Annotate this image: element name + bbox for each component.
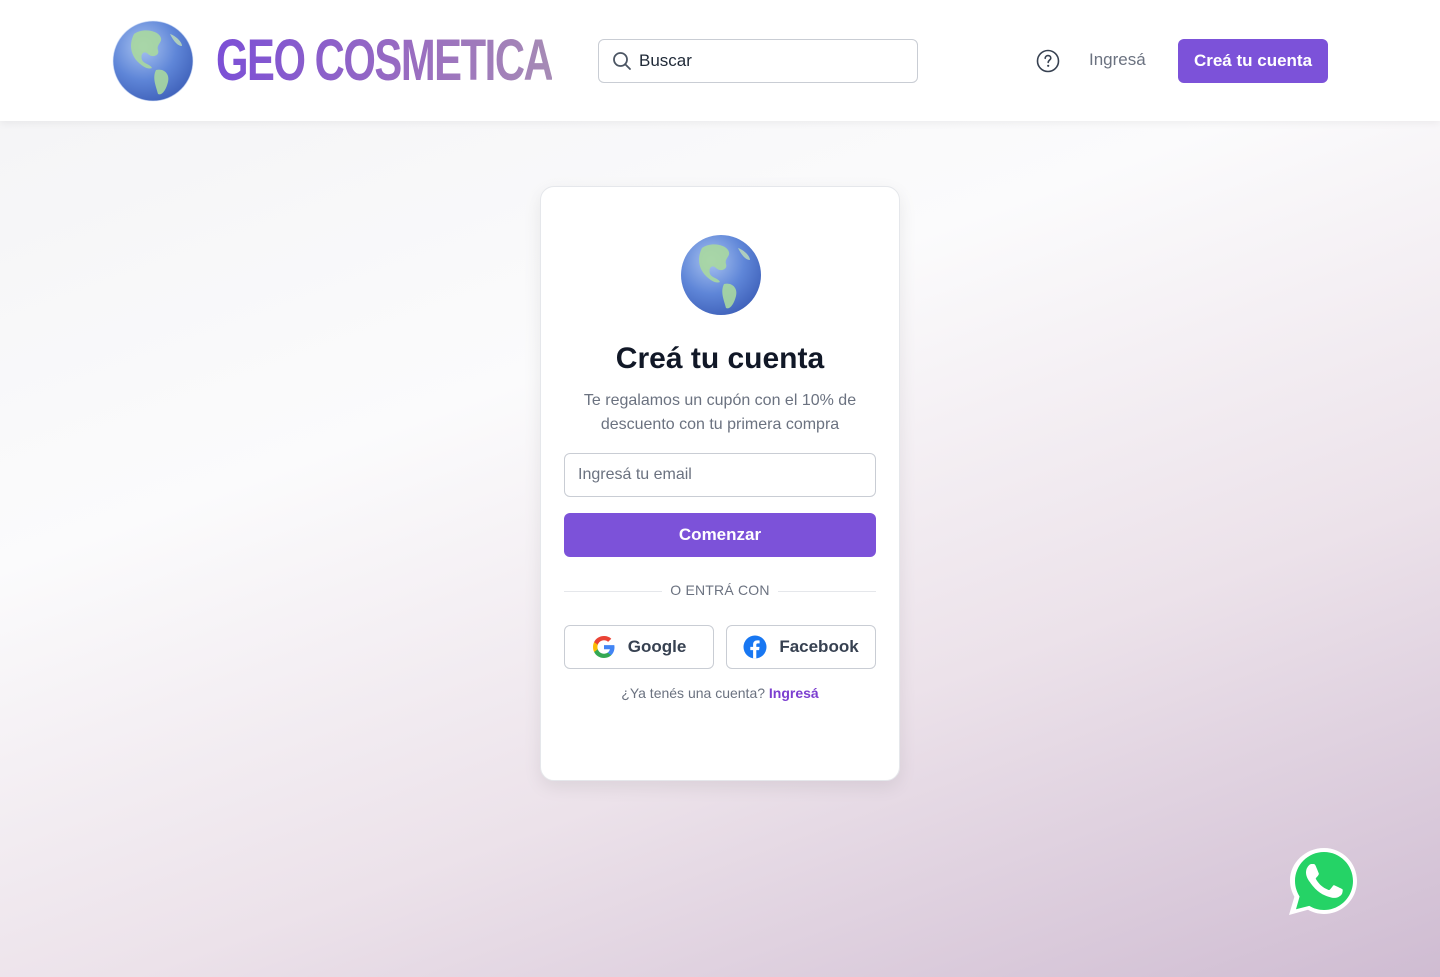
create-account-button[interactable]: Creá tu cuenta [1178, 39, 1328, 83]
divider: O ENTRÁ CON [564, 581, 876, 601]
start-button[interactable]: Comenzar [564, 513, 876, 557]
divider-text: O ENTRÁ CON [670, 582, 770, 598]
card-title: Creá tu cuenta [615, 342, 825, 375]
search-bar[interactable] [598, 39, 918, 83]
facebook-icon [743, 635, 767, 659]
search-input[interactable] [639, 40, 909, 82]
google-label: Google [627, 637, 687, 656]
login-link-secondary[interactable]: Ingresá [769, 685, 819, 701]
globe-icon[interactable] [112, 20, 194, 102]
divider-line [778, 591, 876, 592]
help-icon[interactable] [1036, 49, 1060, 73]
search-icon [613, 52, 631, 70]
facebook-login-button[interactable]: Facebook [726, 625, 876, 669]
login-link[interactable]: Ingresá [1089, 50, 1146, 70]
whatsapp-icon[interactable] [1288, 845, 1360, 917]
brand-name[interactable]: GEO COSMETICA [216, 28, 554, 94]
google-login-button[interactable]: Google [564, 625, 714, 669]
globe-icon [681, 235, 761, 315]
site-header: GEO COSMETICA Ingresá Creá tu cuenta [0, 0, 1440, 121]
divider-line [564, 591, 662, 592]
have-account-text: ¿Ya tenés una cuenta? Ingresá [541, 685, 899, 701]
signup-card: Creá tu cuenta Te regalamos un cupón con… [540, 186, 900, 781]
have-account-question: ¿Ya tenés una cuenta? [621, 685, 766, 701]
google-icon [592, 636, 615, 658]
card-subtitle: Te regalamos un cupón con el 10% de desc… [583, 392, 857, 433]
email-field[interactable] [564, 453, 876, 497]
facebook-label: Facebook [779, 637, 859, 656]
